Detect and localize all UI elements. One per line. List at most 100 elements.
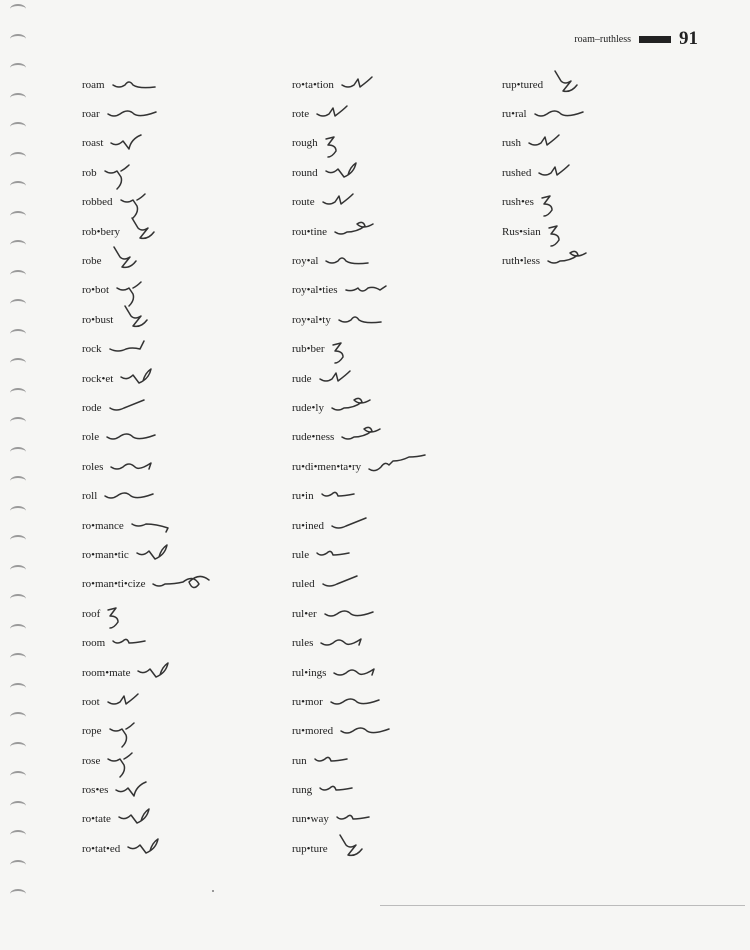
word-entry: robbed (82, 188, 213, 219)
word-entry: role (82, 423, 213, 452)
header-bar-decoration (639, 35, 671, 43)
shorthand-outline-icon (541, 194, 602, 217)
word-label: roy•al•ties (292, 284, 338, 297)
word-label: rul•ings (292, 666, 327, 679)
word-label: run•way (292, 813, 329, 826)
word-label: rub•ber (292, 343, 325, 356)
word-label: role (82, 431, 100, 444)
spiral-ring-mark (10, 446, 26, 457)
spiral-ring-mark (10, 92, 26, 103)
shorthand-outline-icon (324, 162, 386, 181)
word-label: rude•ness (292, 431, 335, 444)
shorthand-outline-icon (111, 77, 173, 93)
shorthand-outline-icon (320, 488, 382, 504)
spiral-ring-mark (10, 564, 26, 575)
word-entry: rude•ly (292, 393, 429, 422)
spiral-ring-mark (10, 4, 26, 14)
shorthand-outline-icon (121, 305, 181, 328)
spiral-ring-mark (10, 387, 26, 398)
word-label: ro•bot (82, 284, 110, 297)
word-label: room•mate (82, 666, 131, 679)
word-entry: roles (82, 452, 213, 481)
spiral-ring-mark (10, 210, 26, 221)
page-range: roam–ruthless (574, 33, 631, 45)
word-entry: roy•al•ty (292, 305, 429, 334)
shorthand-outline-icon (324, 135, 386, 159)
word-entry: rough (292, 129, 429, 159)
word-label: ru•di•men•ta•ry (292, 460, 362, 473)
shorthand-outline-icon (118, 808, 179, 827)
word-label: robe (82, 255, 102, 268)
spiral-ring-mark (10, 417, 26, 427)
shorthand-outline-icon (329, 694, 391, 710)
shorthand-outline-icon (336, 834, 396, 857)
word-label: rup•ture (292, 842, 328, 855)
word-entry: roy•al (292, 246, 429, 275)
shorthand-outline-icon (136, 544, 197, 563)
shorthand-outline-icon (313, 753, 375, 769)
word-label: ru•ined (292, 519, 324, 532)
word-label: rock (82, 343, 102, 356)
word-label: rung (292, 784, 313, 797)
shorthand-outline-icon (119, 193, 181, 219)
page-speck (212, 890, 214, 892)
word-label: roam (82, 78, 105, 91)
word-label: roles (82, 460, 104, 473)
word-entry: round (292, 158, 429, 187)
spiral-ring-mark (10, 33, 26, 44)
word-column-1: roam roar roast rob robbed rob•bery robe ro•bot… (82, 70, 213, 864)
word-entry: rude•ness (292, 423, 429, 452)
spiral-ring-mark (10, 122, 26, 132)
word-label: ruth•less (502, 255, 541, 268)
spiral-ring-mark (10, 830, 26, 840)
shorthand-outline-icon (110, 134, 171, 151)
word-entry: ros•es (82, 775, 213, 804)
shorthand-outline-icon (137, 661, 198, 681)
shorthand-outline-icon (104, 488, 165, 504)
spiral-ring-mark (10, 859, 26, 870)
word-label: roll (82, 490, 98, 503)
shorthand-outline-icon (130, 518, 192, 534)
word-entry: Rus•sian (502, 217, 611, 247)
shorthand-outline-icon (344, 282, 406, 298)
shorthand-outline-icon (107, 606, 168, 629)
shorthand-outline-icon (108, 340, 170, 357)
word-label: ru•in (292, 490, 314, 503)
word-entry: ru•in (292, 481, 429, 510)
shorthand-outline-icon (116, 281, 177, 308)
word-label: rul•er (292, 607, 317, 620)
word-entry: rob•bery (82, 216, 213, 246)
word-entry: rude (292, 364, 429, 393)
spiral-ring-mark (10, 151, 26, 162)
spiral-ring-mark (10, 712, 26, 722)
word-entry: rup•ture (292, 834, 429, 863)
shorthand-outline-icon (547, 250, 608, 269)
shorthand-outline-icon (323, 606, 385, 622)
word-entry: roar (82, 99, 213, 128)
spiral-ring-mark (10, 771, 26, 781)
word-label: rou•tine (292, 225, 328, 238)
spiral-ring-mark (10, 741, 26, 752)
word-entry: ruled (292, 570, 429, 599)
word-entry: roam (82, 70, 213, 99)
word-entry: ru•di•men•ta•ry (292, 452, 429, 481)
word-entry: rushed (502, 158, 611, 187)
shorthand-outline-icon (108, 399, 170, 416)
spiral-ring-mark (10, 240, 26, 250)
word-label: run (292, 754, 307, 767)
spiral-binding (0, 0, 40, 950)
shorthand-outline-icon (331, 397, 392, 416)
word-label: rush (502, 137, 521, 150)
word-entry: rul•ings (292, 658, 429, 687)
word-entry: ru•ined (292, 511, 429, 540)
shorthand-outline-icon (321, 575, 383, 592)
word-entry: rope (82, 717, 213, 749)
word-entry: ro•tat•ed (82, 834, 213, 863)
shorthand-outline-icon (106, 106, 168, 122)
word-entry: ro•man•ti•cize (82, 570, 213, 599)
word-entry: rub•ber (292, 335, 429, 364)
page-header: roam–ruthless 91 (574, 26, 698, 52)
word-label: rope (82, 725, 102, 738)
spiral-ring-mark (10, 682, 26, 693)
word-label: ro•tat•ed (82, 842, 121, 855)
